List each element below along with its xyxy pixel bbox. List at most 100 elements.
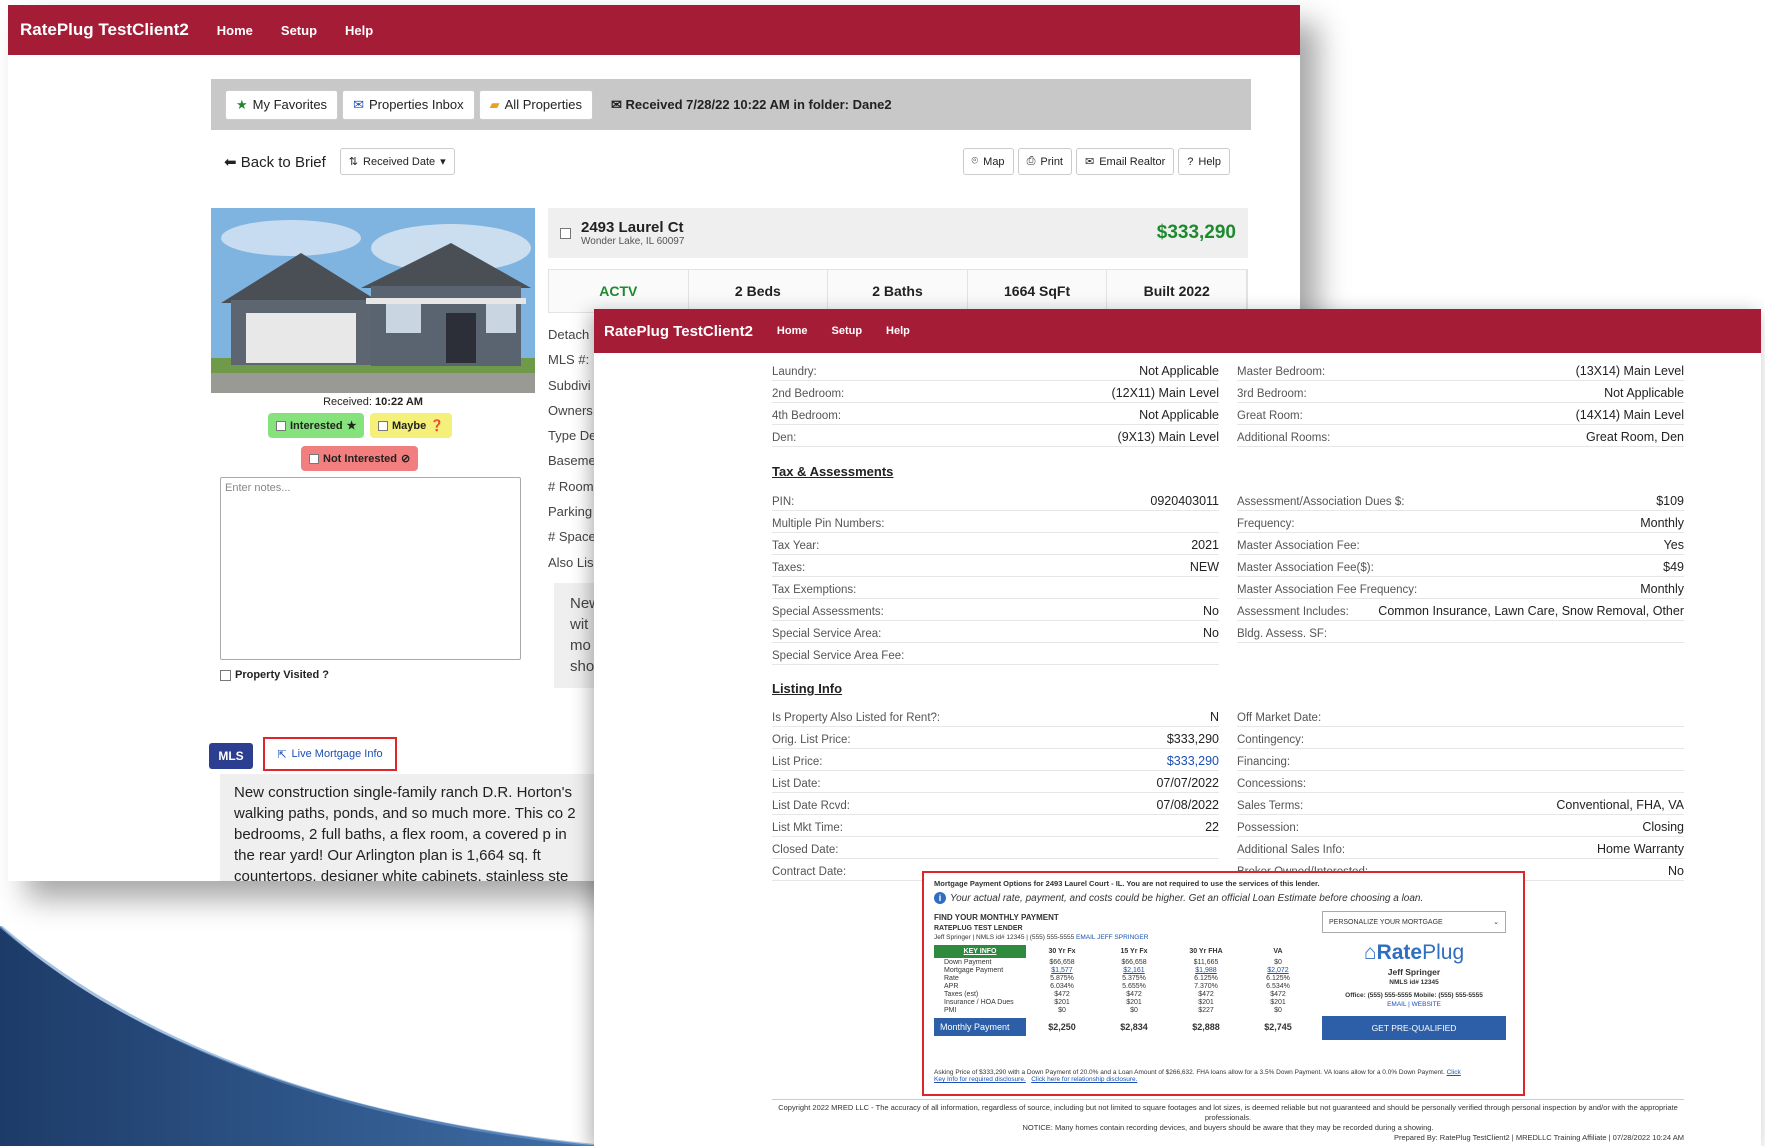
agent-links[interactable]: EMAIL | WEBSITE <box>1322 1001 1506 1008</box>
notes-textarea[interactable]: Enter notes... <box>220 477 521 660</box>
tax-section-title: Tax & Assessments <box>772 464 894 479</box>
property-visited[interactable]: Property Visited ? <box>220 669 329 681</box>
email-realtor-button[interactable]: ✉ Email Realtor <box>1076 148 1175 175</box>
nav-setup[interactable]: Setup <box>831 325 862 337</box>
interested-toggle[interactable]: Interested ★ <box>268 413 365 438</box>
tab-my-favorites[interactable]: ★ My Favorites <box>225 89 339 120</box>
select-property-checkbox[interactable] <box>560 227 571 239</box>
brand-logo[interactable]: RatePlug TestClient2 <box>604 323 753 340</box>
field-value: 2021 <box>1191 538 1219 552</box>
field-row: List Mkt Time: 22 <box>772 815 1219 837</box>
maybe-toggle[interactable]: Maybe ❓ <box>370 413 452 438</box>
field-row: Laundry: Not Applicable <box>772 359 1219 381</box>
not-interested-toggle[interactable]: Not Interested ⊘ <box>301 446 419 471</box>
field-row: PIN: 0920403011 <box>772 489 1219 511</box>
property-description: New construction single-family ranch D.R… <box>220 774 600 881</box>
brand-logo[interactable]: RatePlug TestClient2 <box>20 20 189 40</box>
live-mortgage-label: Live Mortgage Info <box>291 748 383 760</box>
personalize-mortgage-select[interactable]: PERSONALIZE YOUR MORTGAGE ⌄ <box>1322 911 1506 933</box>
field-value: Not Applicable <box>1139 364 1219 378</box>
nav-home[interactable]: Home <box>777 325 808 337</box>
email-lender-link[interactable]: EMAIL JEFF SPRINGER <box>1076 934 1148 941</box>
question-icon: ? <box>1187 155 1194 168</box>
nav-setup[interactable]: Setup <box>281 23 317 38</box>
key-info-link[interactable]: KEY INFO <box>934 945 1026 958</box>
field-row: Frequency: Monthly <box>1237 511 1684 533</box>
relationship-disclosure-link[interactable]: Click here for relationship disclosure. <box>1031 1076 1137 1083</box>
property-photo[interactable] <box>211 208 535 393</box>
mortgage-disclaimer: i Your actual rate, payment, and costs co… <box>934 892 1513 904</box>
table-cell[interactable]: $2,161 <box>1098 967 1170 974</box>
field-label: Bldg. Assess. SF: <box>1237 628 1328 640</box>
tab-properties-inbox[interactable]: ✉ Properties Inbox <box>342 89 475 120</box>
table-cell: $0 <box>1274 959 1282 966</box>
field-label: PIN: <box>772 496 795 508</box>
sort-dropdown[interactable]: ⇅ Received Date ▾ <box>339 148 455 175</box>
live-mortgage-info-link[interactable]: ⇱ Live Mortgage Info <box>263 737 397 771</box>
table-cell[interactable]: $1,988 <box>1170 967 1242 974</box>
lender-card: PERSONALIZE YOUR MORTGAGE ⌄ ⌂RatePlug Jef… <box>1322 911 1506 1040</box>
nav-help[interactable]: Help <box>886 325 910 337</box>
field-row: List Price: $333,290 <box>772 749 1219 771</box>
star-icon: ★ <box>346 420 357 432</box>
table-row-label: PMI <box>944 1007 957 1014</box>
field-row: Is Property Also Listed for Rent?: N <box>772 705 1219 727</box>
field-label: Orig. List Price: <box>772 734 851 746</box>
field-value: Yes <box>1663 538 1684 552</box>
house-icon: ⌂ <box>1363 941 1377 964</box>
visited-checkbox[interactable] <box>220 669 231 681</box>
rateplug-logo: ⌂RatePlug <box>1322 941 1506 965</box>
table-cell[interactable]: $2,072 <box>1242 967 1314 974</box>
field-value: 07/07/2022 <box>1156 776 1219 790</box>
tax-right: Assessment/Association Dues $: $109 Freque… <box>1237 489 1684 643</box>
field-row: 3rd Bedroom: Not Applicable <box>1237 381 1684 403</box>
mortgage-header: Mortgage Payment Options for 2493 Laurel… <box>934 879 1320 888</box>
field-value: (9X13) Main Level <box>1117 430 1219 444</box>
star-icon: ★ <box>236 96 248 112</box>
table-row-label: Rate <box>944 975 959 982</box>
help-button[interactable]: ? Help <box>1178 148 1230 175</box>
disclaimer-text: Your actual rate, payment, and costs cou… <box>950 892 1424 904</box>
field-label: Den: <box>772 432 797 444</box>
field-value: $333,290 <box>1166 754 1219 768</box>
table-cell[interactable]: $1,577 <box>1026 967 1098 974</box>
key-info-disclosure-link[interactable]: Key Info for required disclosure. <box>934 1076 1026 1083</box>
footnote-text: Asking Price of $333,290 with a Down Pay… <box>934 1069 1445 1076</box>
nav-help[interactable]: Help <box>345 23 373 38</box>
interested-checkbox[interactable] <box>276 420 286 431</box>
field-label: Frequency: <box>1237 518 1295 530</box>
field-value: Home Warranty <box>1596 842 1684 856</box>
get-prequalified-button[interactable]: GET PRE-QUALIFIED <box>1322 1016 1506 1040</box>
maybe-checkbox[interactable] <box>378 420 388 431</box>
tab-all-properties[interactable]: ▰ All Properties <box>478 89 593 120</box>
field-label: 4th Bedroom: <box>772 410 842 422</box>
field-label: Concessions: <box>1237 778 1307 790</box>
received-info: ✉ Received 7/28/22 10:22 AM in folder: D… <box>611 97 892 113</box>
click-link[interactable]: Click <box>1447 1069 1461 1076</box>
detail-label: Also Lis <box>548 554 594 570</box>
sort-label: Received Date <box>363 155 436 168</box>
print-button[interactable]: ⎙ Print <box>1017 148 1072 175</box>
field-label: Assessment/Association Dues $: <box>1237 496 1405 508</box>
not-interested-checkbox[interactable] <box>309 453 319 464</box>
field-row: Special Service Area: No <box>772 621 1219 643</box>
copyright-text: Copyright 2022 MRED LLC - The accuracy o… <box>778 1103 1678 1122</box>
column-header: VA <box>1273 948 1283 955</box>
address-street: 2493 Laurel Ct <box>581 219 684 236</box>
detail-label: MLS #: <box>548 352 590 368</box>
back-to-brief-link[interactable]: ⬅ Back to Brief <box>224 153 326 171</box>
field-label: Great Room: <box>1237 410 1303 422</box>
field-row: Possession: Closing <box>1237 815 1684 837</box>
map-button[interactable]: ⌾ Map <box>962 148 1014 175</box>
rooms-left: Laundry: Not Applicable 2nd Bedroom: (12X11… <box>772 359 1219 447</box>
envelope-icon: ✉ <box>610 96 626 112</box>
address-bar: 2493 Laurel Ct Wonder Lake, IL 60097 $33… <box>548 208 1248 258</box>
field-label: Possession: <box>1237 822 1300 834</box>
field-label: Is Property Also Listed for Rent?: <box>772 712 941 724</box>
field-row: Den: (9X13) Main Level <box>772 425 1219 447</box>
chevron-down-icon: ⌄ <box>1493 919 1499 926</box>
field-value: Not Applicable <box>1604 386 1684 400</box>
field-row: Special Service Area Fee: <box>772 643 1219 665</box>
table-cell: $0 <box>1058 1007 1066 1014</box>
nav-home[interactable]: Home <box>217 23 253 38</box>
